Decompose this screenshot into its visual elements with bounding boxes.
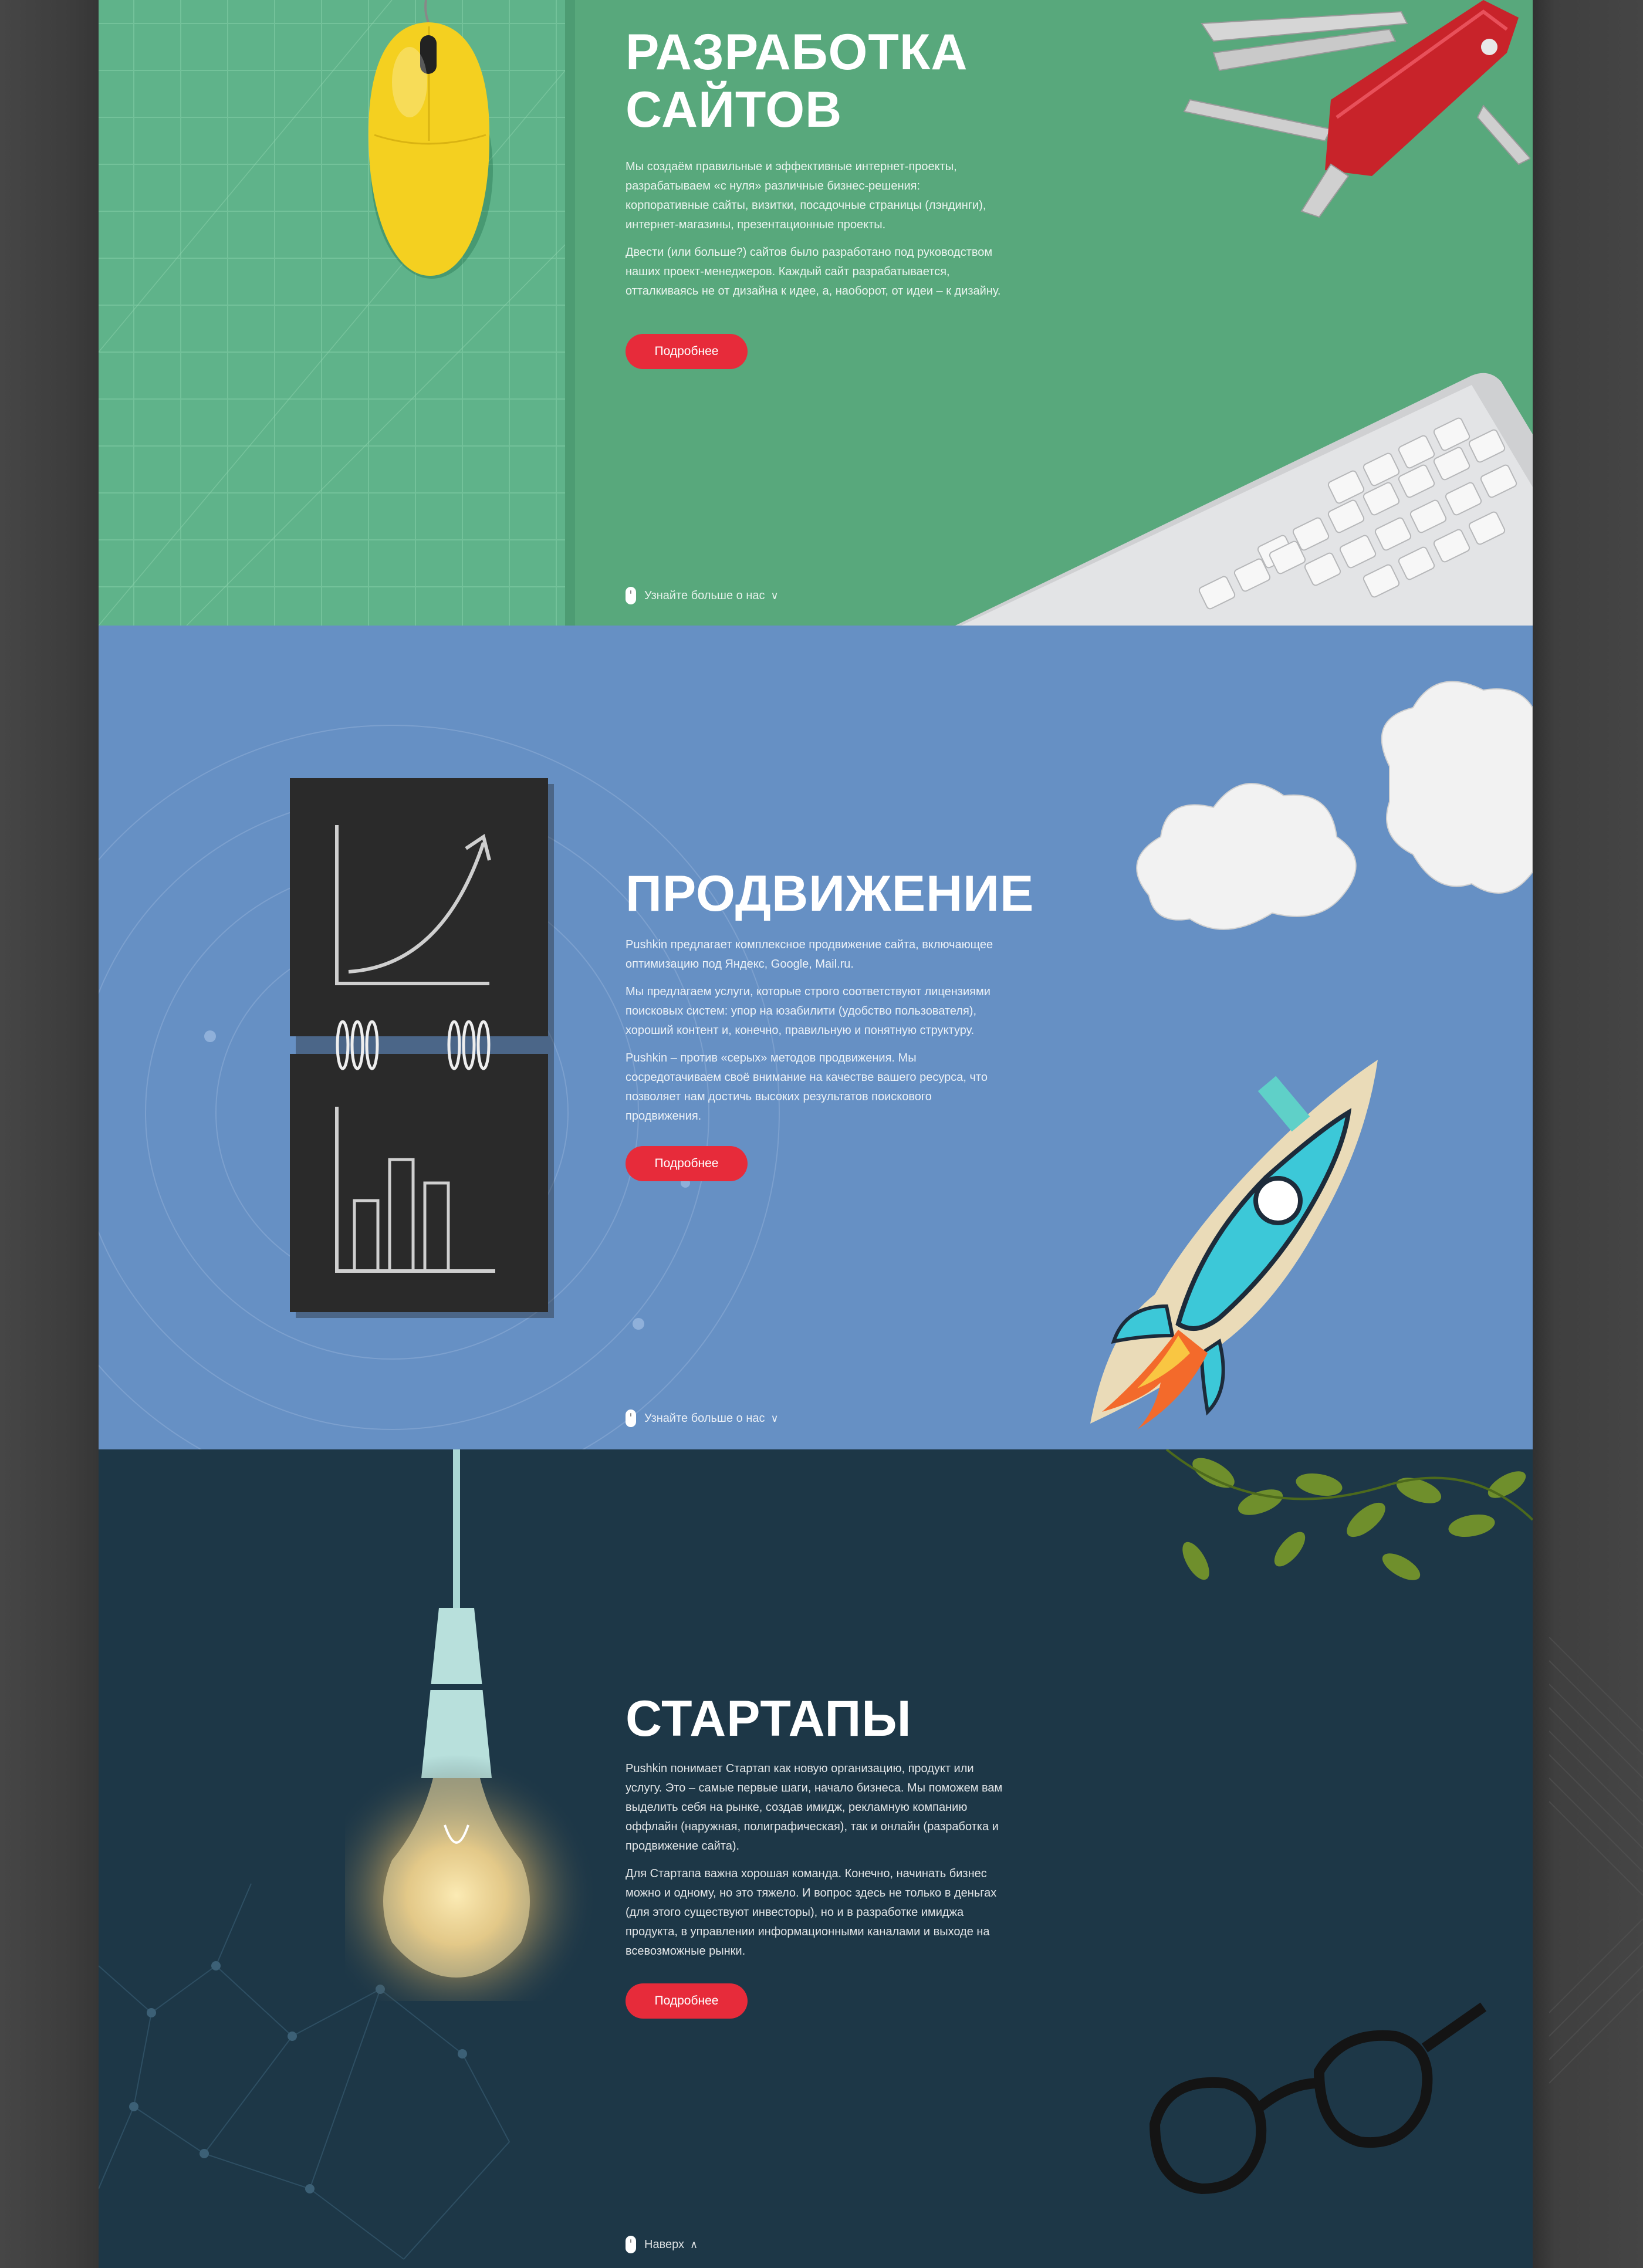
web-title-line2: САЙТОВ bbox=[626, 82, 843, 138]
web-paragraph-2: Двести (или больше?) сайтов было разрабо… bbox=[626, 246, 1001, 298]
startup-content: СТАРТАПЫ Pushkin понимает Стартап как но… bbox=[626, 1690, 1048, 2019]
chalkboard-notebook-illustration bbox=[290, 778, 554, 1318]
web-paragraph-1: Мы создаём правильные и эффективные инте… bbox=[626, 160, 986, 231]
chevron-down-icon: ∨ bbox=[770, 1412, 779, 1424]
promo-paragraph-1: Pushkin предлагает комплексное продвижен… bbox=[626, 938, 993, 971]
web-learn-more-label: Узнайте больше о нас bbox=[644, 589, 765, 602]
web-content: РАЗРАБОТКА САЙТОВ Мы создаём правильные … bbox=[626, 23, 1048, 369]
mouse-icon bbox=[626, 2236, 636, 2253]
startup-title: СТАРТАПЫ bbox=[626, 1691, 912, 1747]
web-learn-more-link[interactable]: Узнайте больше о нас ∨ bbox=[626, 587, 779, 604]
promo-content: ПРОДВИЖЕНИЕ Pushkin предлагает комплексн… bbox=[626, 865, 1048, 1181]
chevron-up-icon: ∧ bbox=[690, 2238, 698, 2250]
promo-paragraph-2: Мы предлагаем услуги, которые строго соо… bbox=[626, 985, 990, 1037]
yellow-mouse-illustration bbox=[368, 0, 493, 279]
page-side-left bbox=[0, 0, 99, 2268]
keyboard-illustration bbox=[955, 373, 1533, 626]
section-promotion: ПРОДВИЖЕНИЕ Pushkin предлагает комплексн… bbox=[99, 626, 1533, 1449]
startup-paragraph-1: Pushkin понимает Стартап как новую орган… bbox=[626, 1762, 1003, 1853]
decorative-stripes bbox=[1549, 1637, 1643, 2084]
web-title-line1: РАЗРАБОТКА bbox=[626, 24, 968, 80]
swiss-knife-illustration bbox=[1183, 0, 1530, 218]
web-title: РАЗРАБОТКА САЙТОВ bbox=[626, 23, 1048, 138]
back-to-top-label: Наверх bbox=[644, 2237, 684, 2251]
startup-more-button[interactable]: Подробнее bbox=[626, 1983, 748, 2019]
chevron-down-icon: ∨ bbox=[770, 589, 779, 601]
promo-learn-more-label: Узнайте больше о нас bbox=[644, 1411, 765, 1425]
cutting-mat-illustration bbox=[99, 0, 575, 626]
promo-more-button[interactable]: Подробнее bbox=[626, 1146, 748, 1181]
light-bulb-illustration bbox=[345, 1449, 597, 2001]
promo-paragraph-3: Pushkin – против «серых» методов продвиж… bbox=[626, 1052, 988, 1123]
startup-paragraph-2: Для Стартапа важна хорошая команда. Коне… bbox=[626, 1867, 997, 1958]
mouse-icon bbox=[626, 587, 636, 604]
mouse-icon bbox=[626, 1410, 636, 1427]
web-more-button[interactable]: Подробнее bbox=[626, 334, 748, 369]
plant-leaves-illustration bbox=[1165, 1449, 1533, 1580]
promo-learn-more-link[interactable]: Узнайте больше о нас ∨ bbox=[626, 1410, 779, 1427]
eyeglasses-illustration bbox=[1149, 2002, 1487, 2195]
promo-title: ПРОДВИЖЕНИЕ bbox=[626, 866, 1035, 922]
paper-rocket-illustration bbox=[1090, 1060, 1378, 1429]
section-web-development: РАЗРАБОТКА САЙТОВ Мы создаём правильные … bbox=[99, 0, 1533, 626]
back-to-top-link[interactable]: Наверх ∧ bbox=[626, 2236, 698, 2253]
section-startups: СТАРТАПЫ Pushkin понимает Стартап как но… bbox=[99, 1449, 1533, 2268]
paper-clouds-illustration bbox=[1136, 681, 1533, 930]
